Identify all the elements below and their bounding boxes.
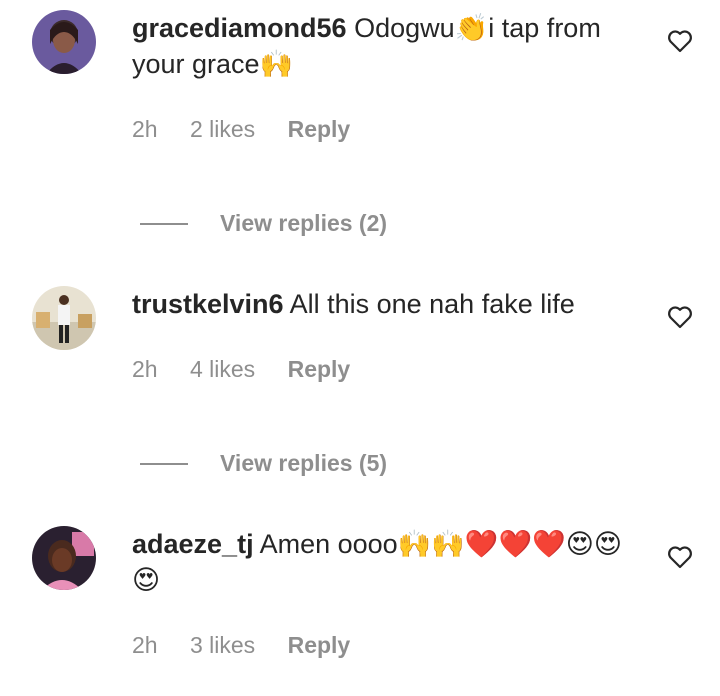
avatar[interactable] — [32, 286, 96, 350]
view-replies-button[interactable]: View replies (2) — [140, 208, 387, 238]
view-replies-label: View replies (5) — [220, 450, 388, 476]
comment-time: 2h — [132, 632, 158, 658]
view-replies-button[interactable]: View replies (5) — [140, 448, 387, 478]
view-replies-label: View replies (2) — [220, 210, 388, 236]
comment-body: adaeze_tj Amen oooo🙌🙌❤️❤️❤️😍😍😍 — [132, 526, 632, 598]
comment-time: 2h — [132, 356, 158, 382]
comment-text: All this one nah fake life — [289, 289, 575, 319]
divider — [140, 222, 188, 225]
avatar[interactable] — [32, 526, 96, 590]
comment-username[interactable]: gracediamond56 — [132, 13, 347, 43]
comment-meta: 2h 2 likes Reply — [132, 114, 376, 144]
comment-meta: 2h 3 likes Reply — [132, 630, 376, 660]
comment-likes[interactable]: 3 likes — [190, 632, 255, 658]
comment-meta: 2h 4 likes Reply — [132, 354, 376, 384]
comment-body: trustkelvin6 All this one nah fake life — [132, 286, 632, 322]
comment-likes[interactable]: 2 likes — [190, 116, 255, 142]
divider — [140, 462, 188, 465]
comment-likes[interactable]: 4 likes — [190, 356, 255, 382]
reply-button[interactable]: Reply — [288, 632, 351, 658]
comment-time: 2h — [132, 116, 158, 142]
heart-outline-icon[interactable] — [667, 29, 693, 53]
heart-outline-icon[interactable] — [667, 545, 693, 569]
reply-button[interactable]: Reply — [288, 356, 351, 382]
comment-username[interactable]: adaeze_tj — [132, 529, 254, 559]
comment-body: gracediamond56 Odogwu👏i tap from your gr… — [132, 10, 632, 82]
reply-button[interactable]: Reply — [288, 116, 351, 142]
comment-username[interactable]: trustkelvin6 — [132, 289, 284, 319]
avatar[interactable] — [32, 10, 96, 74]
heart-outline-icon[interactable] — [667, 305, 693, 329]
